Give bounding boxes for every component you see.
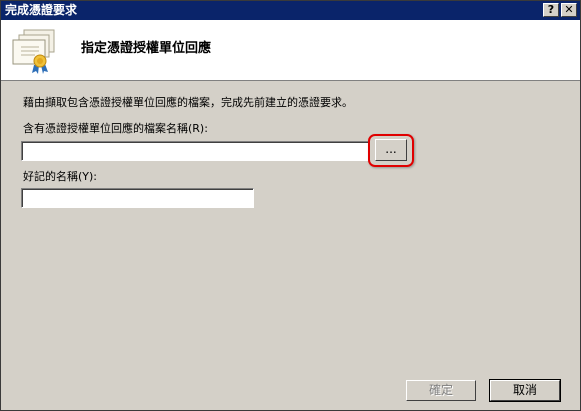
file-name-label: 含有憑證授權單位回應的檔案名稱(R):	[23, 122, 208, 135]
browse-highlight	[368, 134, 414, 167]
header-panel: 指定憑證授權單位回應	[1, 20, 580, 81]
friendly-name-label: 好記的名稱(Y):	[23, 170, 98, 183]
help-button[interactable]: ?	[543, 3, 559, 17]
ok-button-label: 確定	[428, 383, 453, 397]
description-text: 藉由擷取包含憑證授權單位回應的檔案，完成先前建立的憑證要求。	[23, 96, 353, 109]
cancel-button-label: 取消	[512, 383, 537, 397]
file-name-input[interactable]	[21, 141, 369, 161]
cancel-button[interactable]: 取消	[489, 379, 561, 402]
page-title: 指定憑證授權單位回應	[81, 41, 212, 56]
title-bar[interactable]: 完成憑證要求 ? ✕	[1, 1, 580, 20]
close-button[interactable]: ✕	[561, 3, 577, 17]
friendly-name-input[interactable]	[21, 188, 254, 208]
certificate-dialog: 完成憑證要求 ? ✕ 指定憑證授權單位回應 藉由擷取包含憑證授權單位回應的檔案，…	[0, 0, 581, 411]
ok-button[interactable]: 確定	[406, 380, 476, 401]
window-title: 完成憑證要求	[5, 3, 78, 17]
certificate-icon	[12, 29, 55, 74]
